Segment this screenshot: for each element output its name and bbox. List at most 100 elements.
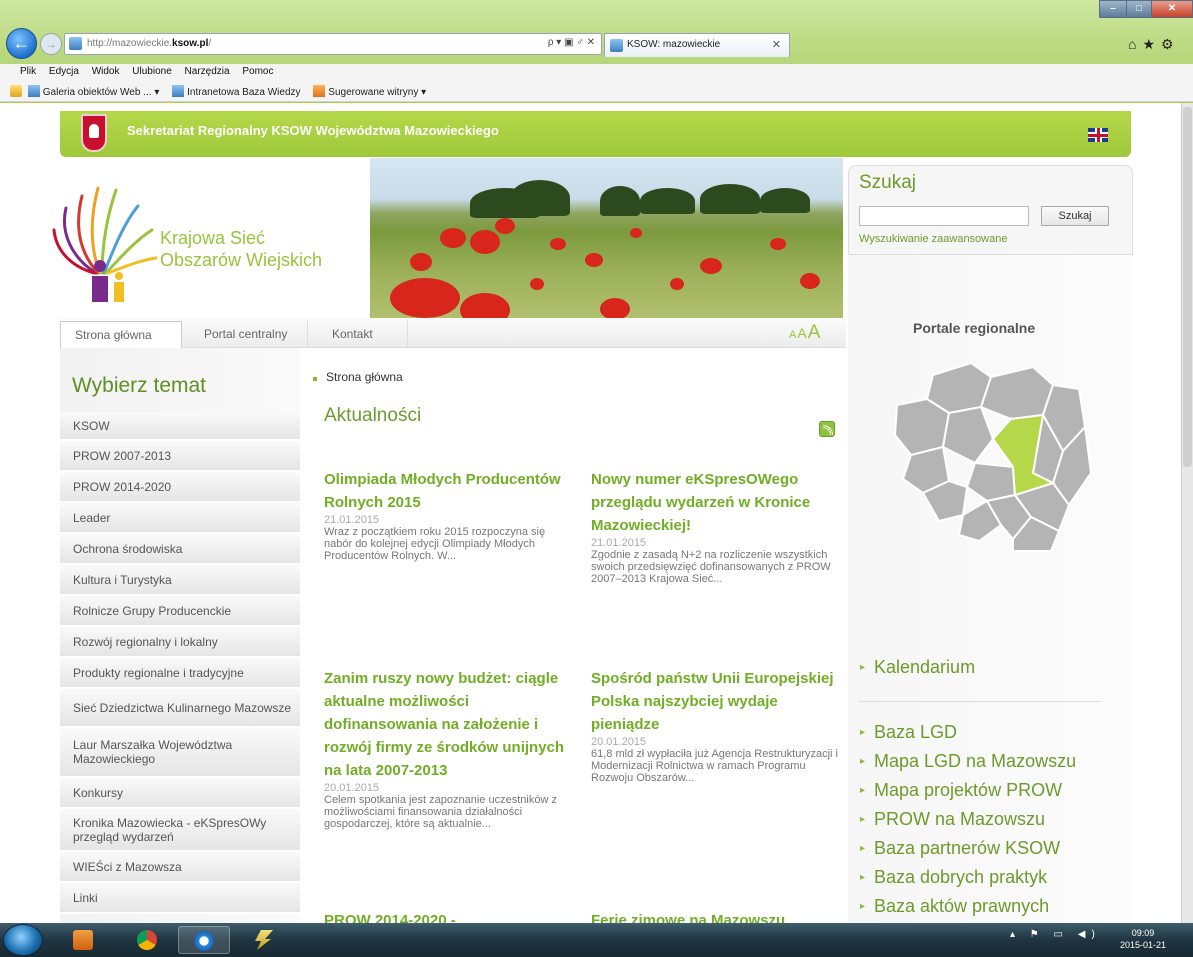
page-scrollbar[interactable] xyxy=(1181,103,1193,923)
right-link[interactable]: Mapa projektów PROW xyxy=(860,776,1100,805)
home-favorites-tools-icons[interactable]: ⌂★⚙ xyxy=(1128,36,1180,53)
minimize-button[interactable]: – xyxy=(1099,0,1127,18)
article-title[interactable]: Spośród państw Unii Europejskiej Polska … xyxy=(591,667,841,736)
sidebar-item[interactable]: PROW 2014-2020 xyxy=(60,472,300,503)
lightning-app-icon xyxy=(255,930,273,950)
address-tools-icon[interactable]: ρ ▾ ▣ ♂ ✕ xyxy=(548,37,595,48)
sidebar-item[interactable]: Laur Marszałka Województwa Mazowieckiego xyxy=(60,728,300,778)
ie-page-icon xyxy=(27,85,40,97)
system-tray-icons[interactable]: ▴ ⚑ ▭ ◀) xyxy=(1010,929,1101,940)
logo-text-line2: Obszarów Wiejskich xyxy=(160,250,323,270)
menu-favorites[interactable]: Ulubione xyxy=(132,66,171,77)
article-date: 20.01.2015 xyxy=(591,736,647,748)
sidebar-item[interactable]: WIEŚci z Mazowsza xyxy=(60,852,300,883)
sidebar-item[interactable]: Produkty regionalne i tradycyjne xyxy=(60,658,300,689)
favorites-star-icon[interactable] xyxy=(10,85,22,97)
article-date: 21.01.2015 xyxy=(324,514,380,526)
menu-edit[interactable]: Edycja xyxy=(49,66,79,77)
windows-taskbar: ▴ ⚑ ▭ ◀) 09:09 2015-01-21 xyxy=(0,923,1193,957)
search-panel: Szukaj Szukaj Wyszukiwanie zaawansowane xyxy=(848,165,1133,255)
clock-date: 2015-01-21 xyxy=(1120,940,1167,950)
article-title[interactable]: PROW 2014-2020 - xyxy=(324,909,574,923)
ksow-logo[interactable]: Krajowa Sieć Obszarów Wiejskich xyxy=(52,178,367,303)
search-button[interactable]: Szukaj xyxy=(1041,206,1109,226)
taskbar-app[interactable] xyxy=(238,926,290,954)
divider xyxy=(858,701,1102,702)
taskbar-chrome[interactable] xyxy=(122,926,174,954)
sidebar-item[interactable]: Ochrona środowiska xyxy=(60,534,300,565)
breadcrumb[interactable]: Strona główna xyxy=(326,370,403,384)
back-button[interactable]: ← xyxy=(6,28,37,59)
browser-tab[interactable]: KSOW: mazowieckie ✕ xyxy=(604,33,790,57)
article-excerpt: 61,8 mld zł wypłaciła już Agencja Restru… xyxy=(591,748,838,784)
right-link[interactable]: Baza dobrych praktyk xyxy=(860,863,1100,892)
internet-explorer-icon xyxy=(194,931,214,951)
tab-home[interactable]: Strona główna xyxy=(60,321,182,348)
ie-page-icon xyxy=(172,85,185,97)
tab-central-portal[interactable]: Portal centralny xyxy=(190,321,308,348)
fav-suggested[interactable]: Sugerowane witryny ▾ xyxy=(313,85,427,98)
regional-portals-title: Portale regionalne xyxy=(913,320,1036,336)
sidebar-item[interactable]: Konkursy xyxy=(60,778,300,809)
maximize-button[interactable]: □ xyxy=(1126,0,1152,18)
favorites-bar: Galeria obiektów Web ... ▾ Intranetowa B… xyxy=(0,82,1193,102)
chrome-icon xyxy=(137,930,157,950)
rss-icon[interactable] xyxy=(819,421,835,437)
article-title[interactable]: Olimpiada Młodych Producentów Rolnych 20… xyxy=(324,468,574,514)
menu-help[interactable]: Pomoc xyxy=(242,66,273,77)
news-heading: Aktualności xyxy=(324,405,422,426)
search-input[interactable] xyxy=(859,206,1029,226)
font-size-large[interactable]: A xyxy=(808,322,821,343)
sidebar-item[interactable]: Rozwój regionalny i lokalny xyxy=(60,627,300,658)
sidebar-item[interactable]: KSOW xyxy=(60,412,300,441)
tab-close-icon[interactable]: ✕ xyxy=(772,38,781,51)
sidebar-item[interactable]: Kronika Mazowiecka - eKSpresOWy przegląd… xyxy=(60,809,300,852)
menu-view[interactable]: Widok xyxy=(92,66,120,77)
font-size-small[interactable]: A xyxy=(789,329,796,341)
sidebar-item[interactable]: Leader xyxy=(60,503,300,534)
article-title[interactable]: Nowy numer eKSpresOWego przeglądu wydarz… xyxy=(591,468,841,537)
fav-suggested-label: Sugerowane witryny ▾ xyxy=(328,87,427,98)
menu-tools[interactable]: Narzędzia xyxy=(185,66,230,77)
scrollbar-thumb[interactable] xyxy=(1183,107,1192,467)
clock-time: 09:09 xyxy=(1131,928,1155,938)
taskbar-internet-explorer[interactable] xyxy=(178,926,230,954)
taskbar-clock[interactable]: 09:09 2015-01-21 xyxy=(1120,927,1166,951)
suggested-sites-icon xyxy=(313,85,326,97)
breadcrumb-bullet-icon xyxy=(313,377,317,381)
fav-intranet[interactable]: Intranetowa Baza Wiedzy xyxy=(172,85,301,98)
right-link[interactable]: Baza aktów prawnych xyxy=(860,892,1100,921)
font-size-medium[interactable]: A xyxy=(797,325,806,341)
right-link[interactable]: Kalendarium xyxy=(860,653,1100,682)
right-link[interactable]: Mapa LGD na Mazowszu xyxy=(860,747,1100,776)
sidebar-item[interactable]: Linki xyxy=(60,883,300,914)
taskbar-outlook[interactable] xyxy=(58,926,110,954)
advanced-search-link[interactable]: Wyszukiwanie zaawansowane xyxy=(859,233,1007,245)
link-group-calendar: Kalendarium xyxy=(860,653,1100,682)
right-link[interactable]: Baza partnerów KSOW xyxy=(860,834,1100,863)
sidebar-item[interactable]: Kultura i Turystyka xyxy=(60,565,300,596)
english-flag-icon[interactable] xyxy=(1088,128,1108,142)
window-buttons: – □ ✕ xyxy=(1099,0,1193,18)
menu-file[interactable]: Plik xyxy=(20,66,36,77)
right-link[interactable]: Baza LGD xyxy=(860,718,1100,747)
map-region xyxy=(941,405,995,465)
sidebar-item[interactable]: Rolnicze Grupy Producenckie xyxy=(60,596,300,627)
tab-contact[interactable]: Kontakt xyxy=(318,321,408,348)
fav-intranet-label: Intranetowa Baza Wiedzy xyxy=(187,87,301,98)
right-link[interactable]: PROW na Mazowszu xyxy=(860,805,1100,834)
poland-voivodeships-map[interactable] xyxy=(893,355,1093,555)
fav-gallery[interactable]: Galeria obiektów Web ... ▾ xyxy=(27,85,159,98)
sidebar-item[interactable]: Sieć Dziedzictwa Kulinarnego Mazowsze xyxy=(60,689,300,728)
address-bar[interactable]: http://mazowieckie.ksow.pl/ ρ ▾ ▣ ♂ ✕ xyxy=(64,33,602,55)
forward-button[interactable]: → xyxy=(40,33,62,55)
article-title[interactable]: Ferie zimowe na Mazowszu xyxy=(591,909,841,923)
close-window-button[interactable]: ✕ xyxy=(1151,0,1193,18)
article-excerpt: Celem spotkania jest zapoznanie uczestni… xyxy=(324,794,557,830)
topic-menu: KSOW PROW 2007-2013 PROW 2014-2020 Leader Oc… xyxy=(60,412,300,914)
windows-start-icon[interactable] xyxy=(3,924,43,956)
sidebar-item[interactable]: PROW 2007-2013 xyxy=(60,441,300,472)
article: Olimpiada Młodych Producentów Rolnych 20… xyxy=(324,468,574,562)
article-title[interactable]: Zanim ruszy nowy budżet: ciągle aktualne… xyxy=(324,667,574,782)
article-date: 21.01.2015 xyxy=(591,537,647,549)
